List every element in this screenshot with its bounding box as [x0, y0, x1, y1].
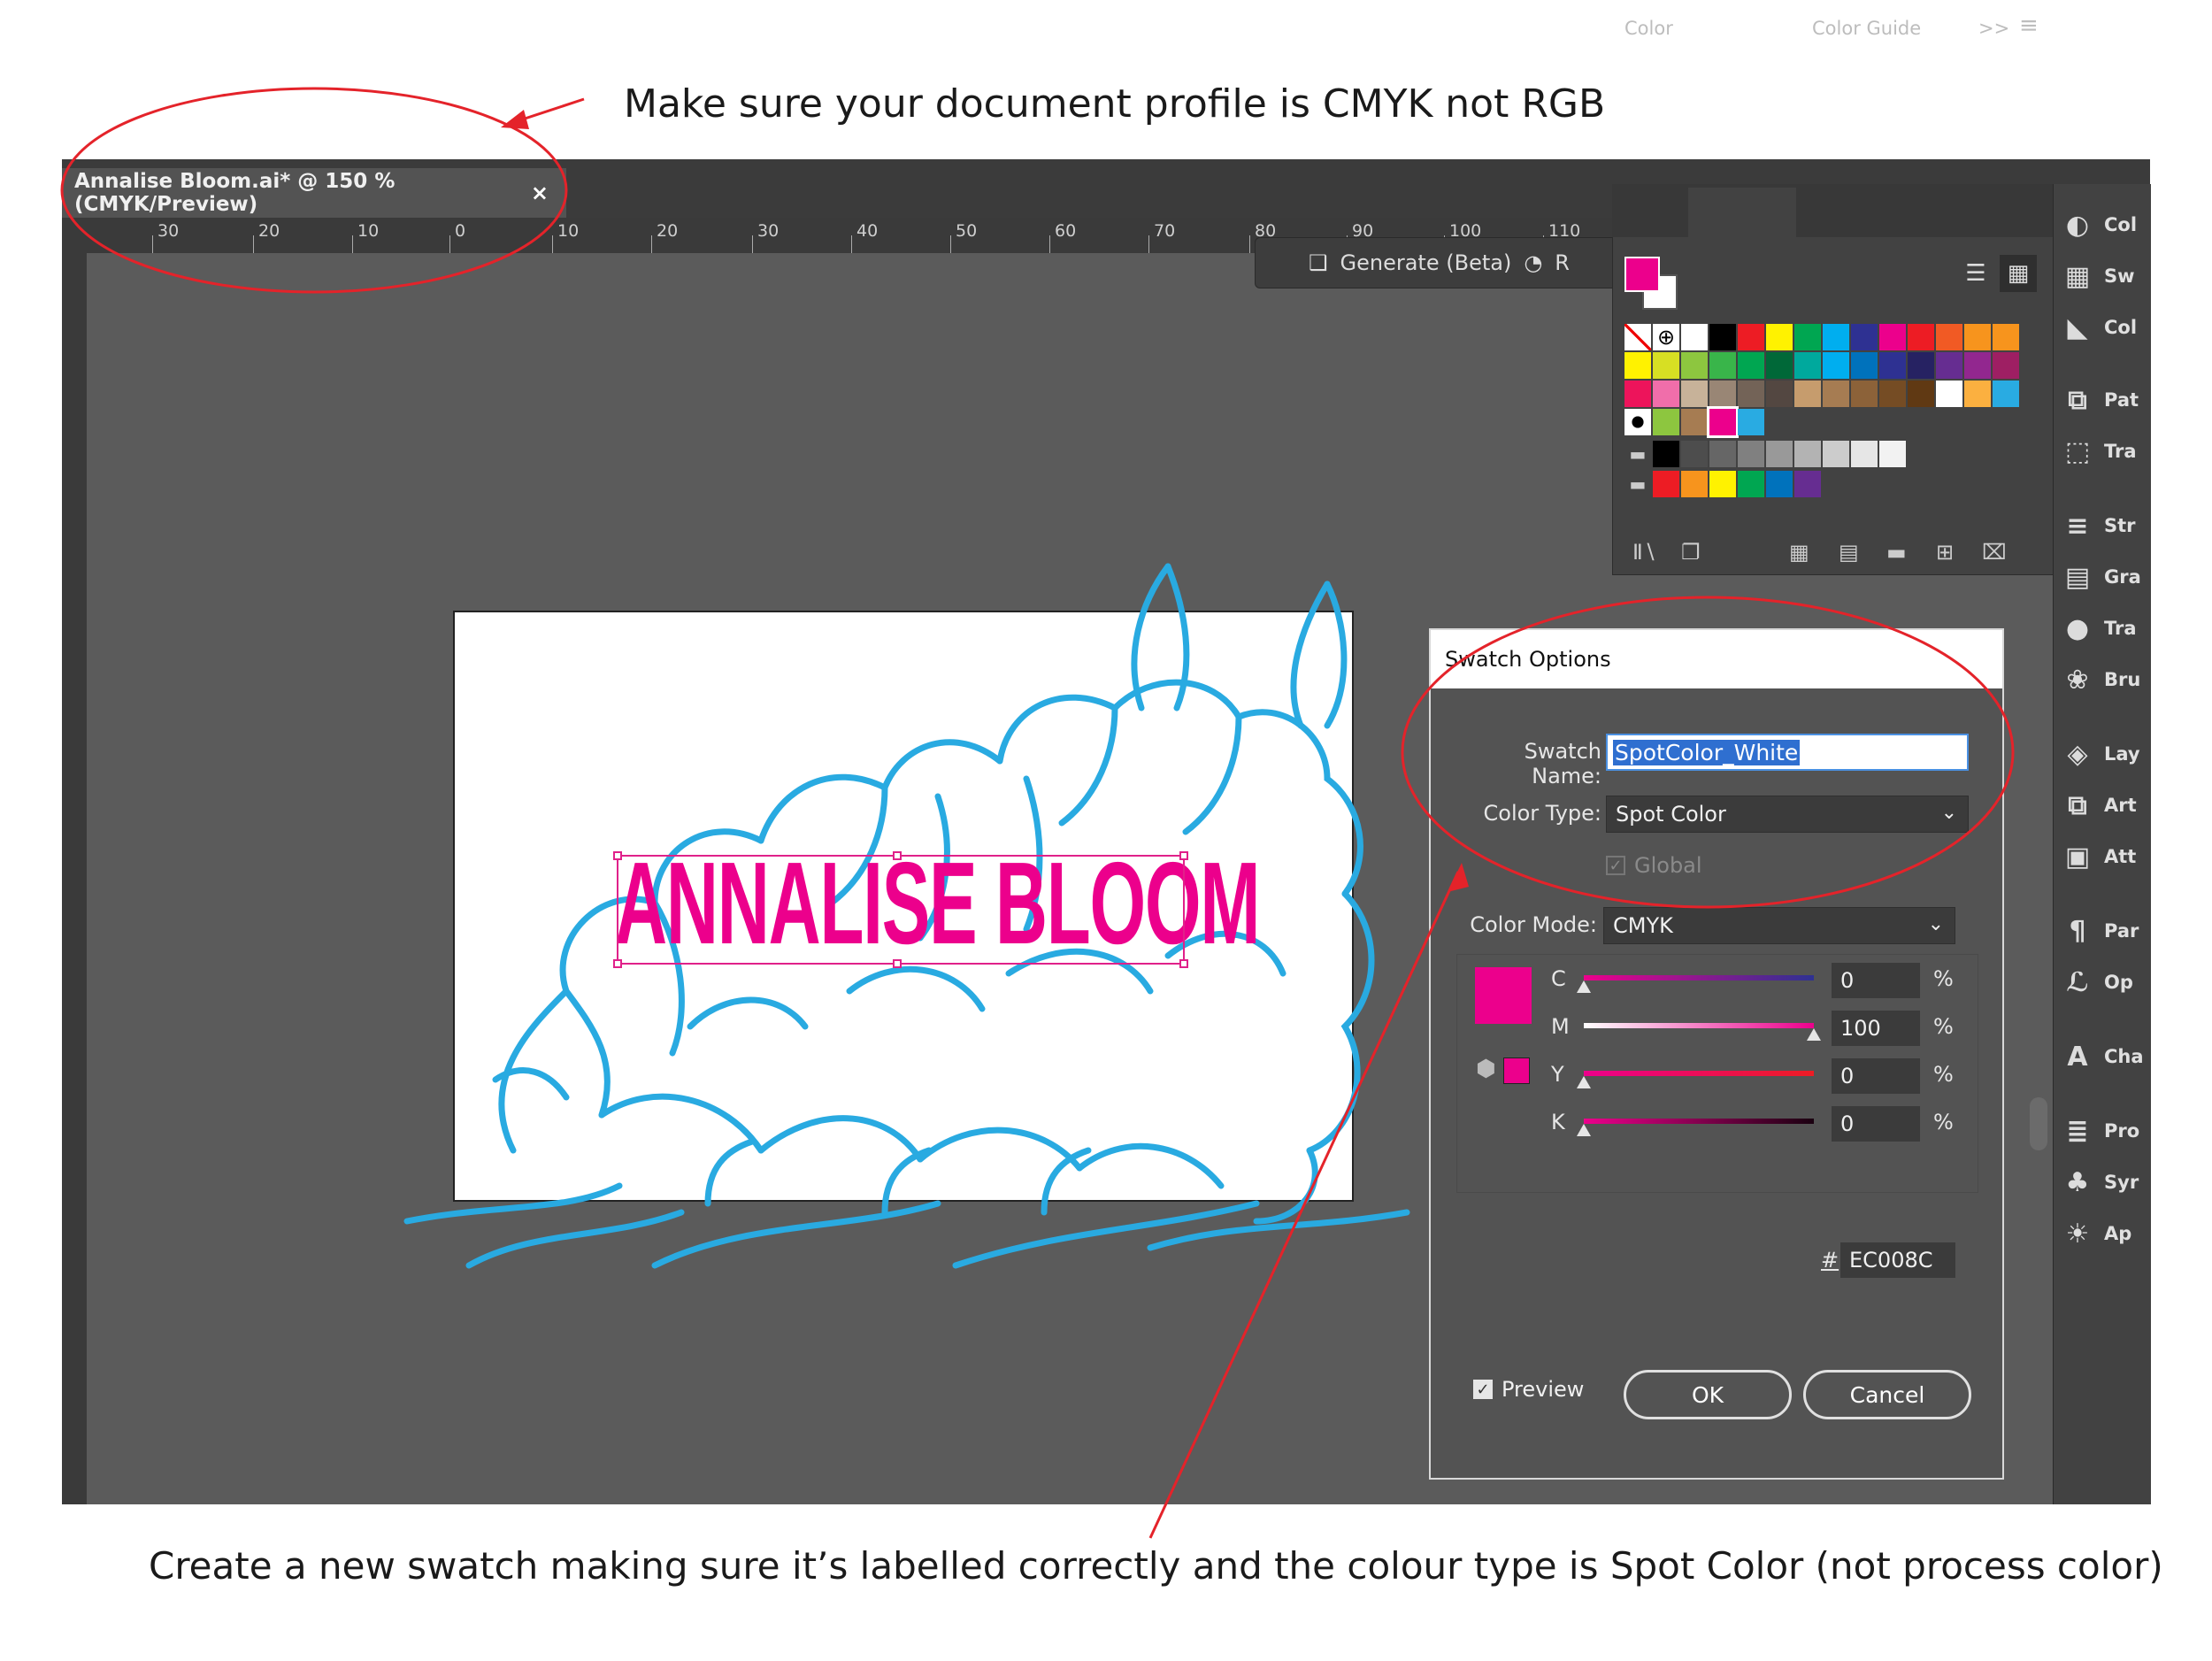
annotation-bottom: Create a new swatch making sure it’s lab… — [149, 1544, 2163, 1588]
annotation-marks — [60, 87, 2015, 1539]
